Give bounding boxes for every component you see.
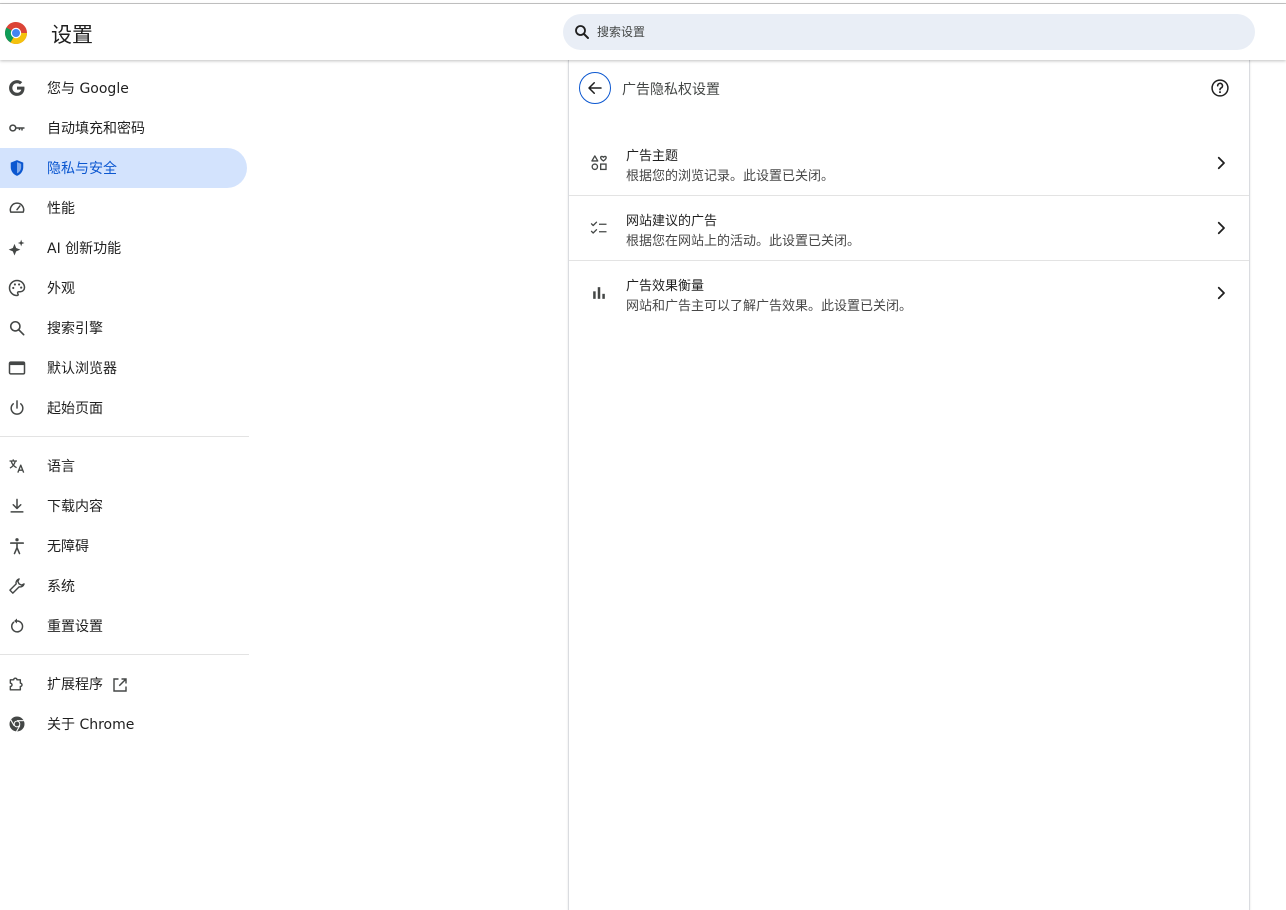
row-subtitle: 根据您在网站上的活动。此设置已关闭。 xyxy=(626,234,861,249)
sidebar-item-search-engine[interactable]: 搜索引擎 xyxy=(0,308,247,348)
panel-title: 广告隐私权设置 xyxy=(622,82,720,98)
sidebar-item-on-startup[interactable]: 起始页面 xyxy=(0,388,247,428)
sidebar-item-label: 外观 xyxy=(47,281,75,297)
help-icon[interactable] xyxy=(1210,78,1230,98)
sidebar-item-label: 无障碍 xyxy=(47,539,89,555)
search-box[interactable] xyxy=(563,14,1255,50)
sidebar-item-about-chrome[interactable]: 关于 Chrome xyxy=(0,704,247,744)
sidebar-divider xyxy=(0,654,249,655)
back-button[interactable] xyxy=(579,72,611,104)
sidebar-item-system[interactable]: 系统 xyxy=(0,566,247,606)
search-input[interactable] xyxy=(597,14,1237,50)
sidebar-item-label: 下载内容 xyxy=(47,499,103,515)
row-title: 广告主题 xyxy=(626,149,679,164)
sidebar-item-label: 自动填充和密码 xyxy=(47,121,145,137)
sidebar-item-label: 隐私与安全 xyxy=(47,161,117,177)
ad-topics-icon xyxy=(591,155,607,171)
sidebar-item-label: 默认浏览器 xyxy=(47,361,117,377)
sidebar-item-label: 扩展程序 xyxy=(47,674,129,694)
sidebar-item-ai[interactable]: AI 创新功能 xyxy=(0,228,247,268)
sidebar-item-label: 起始页面 xyxy=(47,401,103,417)
wrench-icon xyxy=(9,578,25,594)
google-g-icon xyxy=(9,80,25,96)
translate-icon xyxy=(9,459,25,473)
accessibility-icon xyxy=(9,538,25,555)
sidebar-item-appearance[interactable]: 外观 xyxy=(0,268,247,308)
palette-icon xyxy=(8,279,26,297)
ad-measurement-row[interactable]: 广告效果衡量 网站和广告主可以了解广告效果。此设置已关闭。 xyxy=(569,261,1249,326)
sidebar-item-label: 搜索引擎 xyxy=(47,321,103,337)
sidebar-item-label: AI 创新功能 xyxy=(47,241,122,257)
chevron-right-icon xyxy=(1217,221,1225,235)
settings-header: 设置 xyxy=(0,4,1286,60)
sidebar-item-label: 性能 xyxy=(47,201,75,217)
reset-icon xyxy=(11,618,24,633)
search-icon xyxy=(9,320,25,336)
key-icon xyxy=(9,124,25,132)
search-icon xyxy=(575,25,589,39)
sidebar-item-label: 关于 Chrome xyxy=(47,717,135,733)
sidebar-item-autofill[interactable]: 自动填充和密码 xyxy=(0,108,247,148)
sidebar-divider xyxy=(0,436,249,437)
ad-topics-row[interactable]: 广告主题 根据您的浏览记录。此设置已关闭。 xyxy=(569,131,1249,196)
row-subtitle: 网站和广告主可以了解广告效果。此设置已关闭。 xyxy=(626,299,913,314)
open-in-new-icon xyxy=(113,678,127,692)
browser-window-icon xyxy=(8,361,26,375)
chevron-right-icon xyxy=(1217,286,1225,300)
sidebar-item-you-and-google[interactable]: 您与 Google xyxy=(0,68,247,108)
sidebar-nav: 您与 Google 自动填充和密码 隐私与安全 性能 AI 创新功能 外观 搜索… xyxy=(0,68,249,744)
download-icon xyxy=(10,498,24,513)
row-title: 广告效果衡量 xyxy=(626,279,705,294)
sidebar-item-languages[interactable]: 语言 xyxy=(0,446,247,486)
sidebar-item-default-browser[interactable]: 默认浏览器 xyxy=(0,348,247,388)
chrome-icon xyxy=(9,716,25,732)
sidebar-item-downloads[interactable]: 下载内容 xyxy=(0,486,247,526)
puzzle-icon xyxy=(9,677,23,691)
sidebar-item-label: 系统 xyxy=(47,579,75,595)
row-title: 网站建议的广告 xyxy=(626,214,718,229)
arrow-back-icon xyxy=(588,82,602,94)
speedometer-icon xyxy=(9,202,25,213)
site-suggested-ads-row[interactable]: 网站建议的广告 根据您在网站上的活动。此设置已关闭。 xyxy=(569,196,1249,261)
sidebar-item-accessibility[interactable]: 无障碍 xyxy=(0,526,247,566)
chrome-logo-icon xyxy=(5,22,27,44)
sidebar-item-label: 您与 Google xyxy=(47,81,129,97)
sparkle-icon xyxy=(8,239,25,256)
extensions-label: 扩展程序 xyxy=(47,677,103,693)
checklist-icon xyxy=(590,221,607,234)
settings-list: 广告主题 根据您的浏览记录。此设置已关闭。 网站建议的广告 根据您在网站上的活动… xyxy=(569,131,1249,326)
chevron-right-icon xyxy=(1217,156,1225,170)
shield-icon xyxy=(10,160,24,176)
power-icon xyxy=(10,400,24,415)
sidebar-item-extensions[interactable]: 扩展程序 xyxy=(0,664,247,704)
sidebar-item-privacy[interactable]: 隐私与安全 xyxy=(0,148,247,188)
sidebar-item-reset[interactable]: 重置设置 xyxy=(0,606,247,646)
sidebar-item-performance[interactable]: 性能 xyxy=(0,188,247,228)
ad-privacy-panel: 广告隐私权设置 广告主题 根据您的浏览记录。此设置已关闭。 网站建议的广告 根据… xyxy=(568,60,1250,910)
bar-chart-icon xyxy=(593,287,605,299)
sidebar-item-label: 重置设置 xyxy=(47,619,103,635)
sidebar-item-label: 语言 xyxy=(47,459,75,475)
row-subtitle: 根据您的浏览记录。此设置已关闭。 xyxy=(626,169,835,184)
page-title: 设置 xyxy=(51,23,93,47)
